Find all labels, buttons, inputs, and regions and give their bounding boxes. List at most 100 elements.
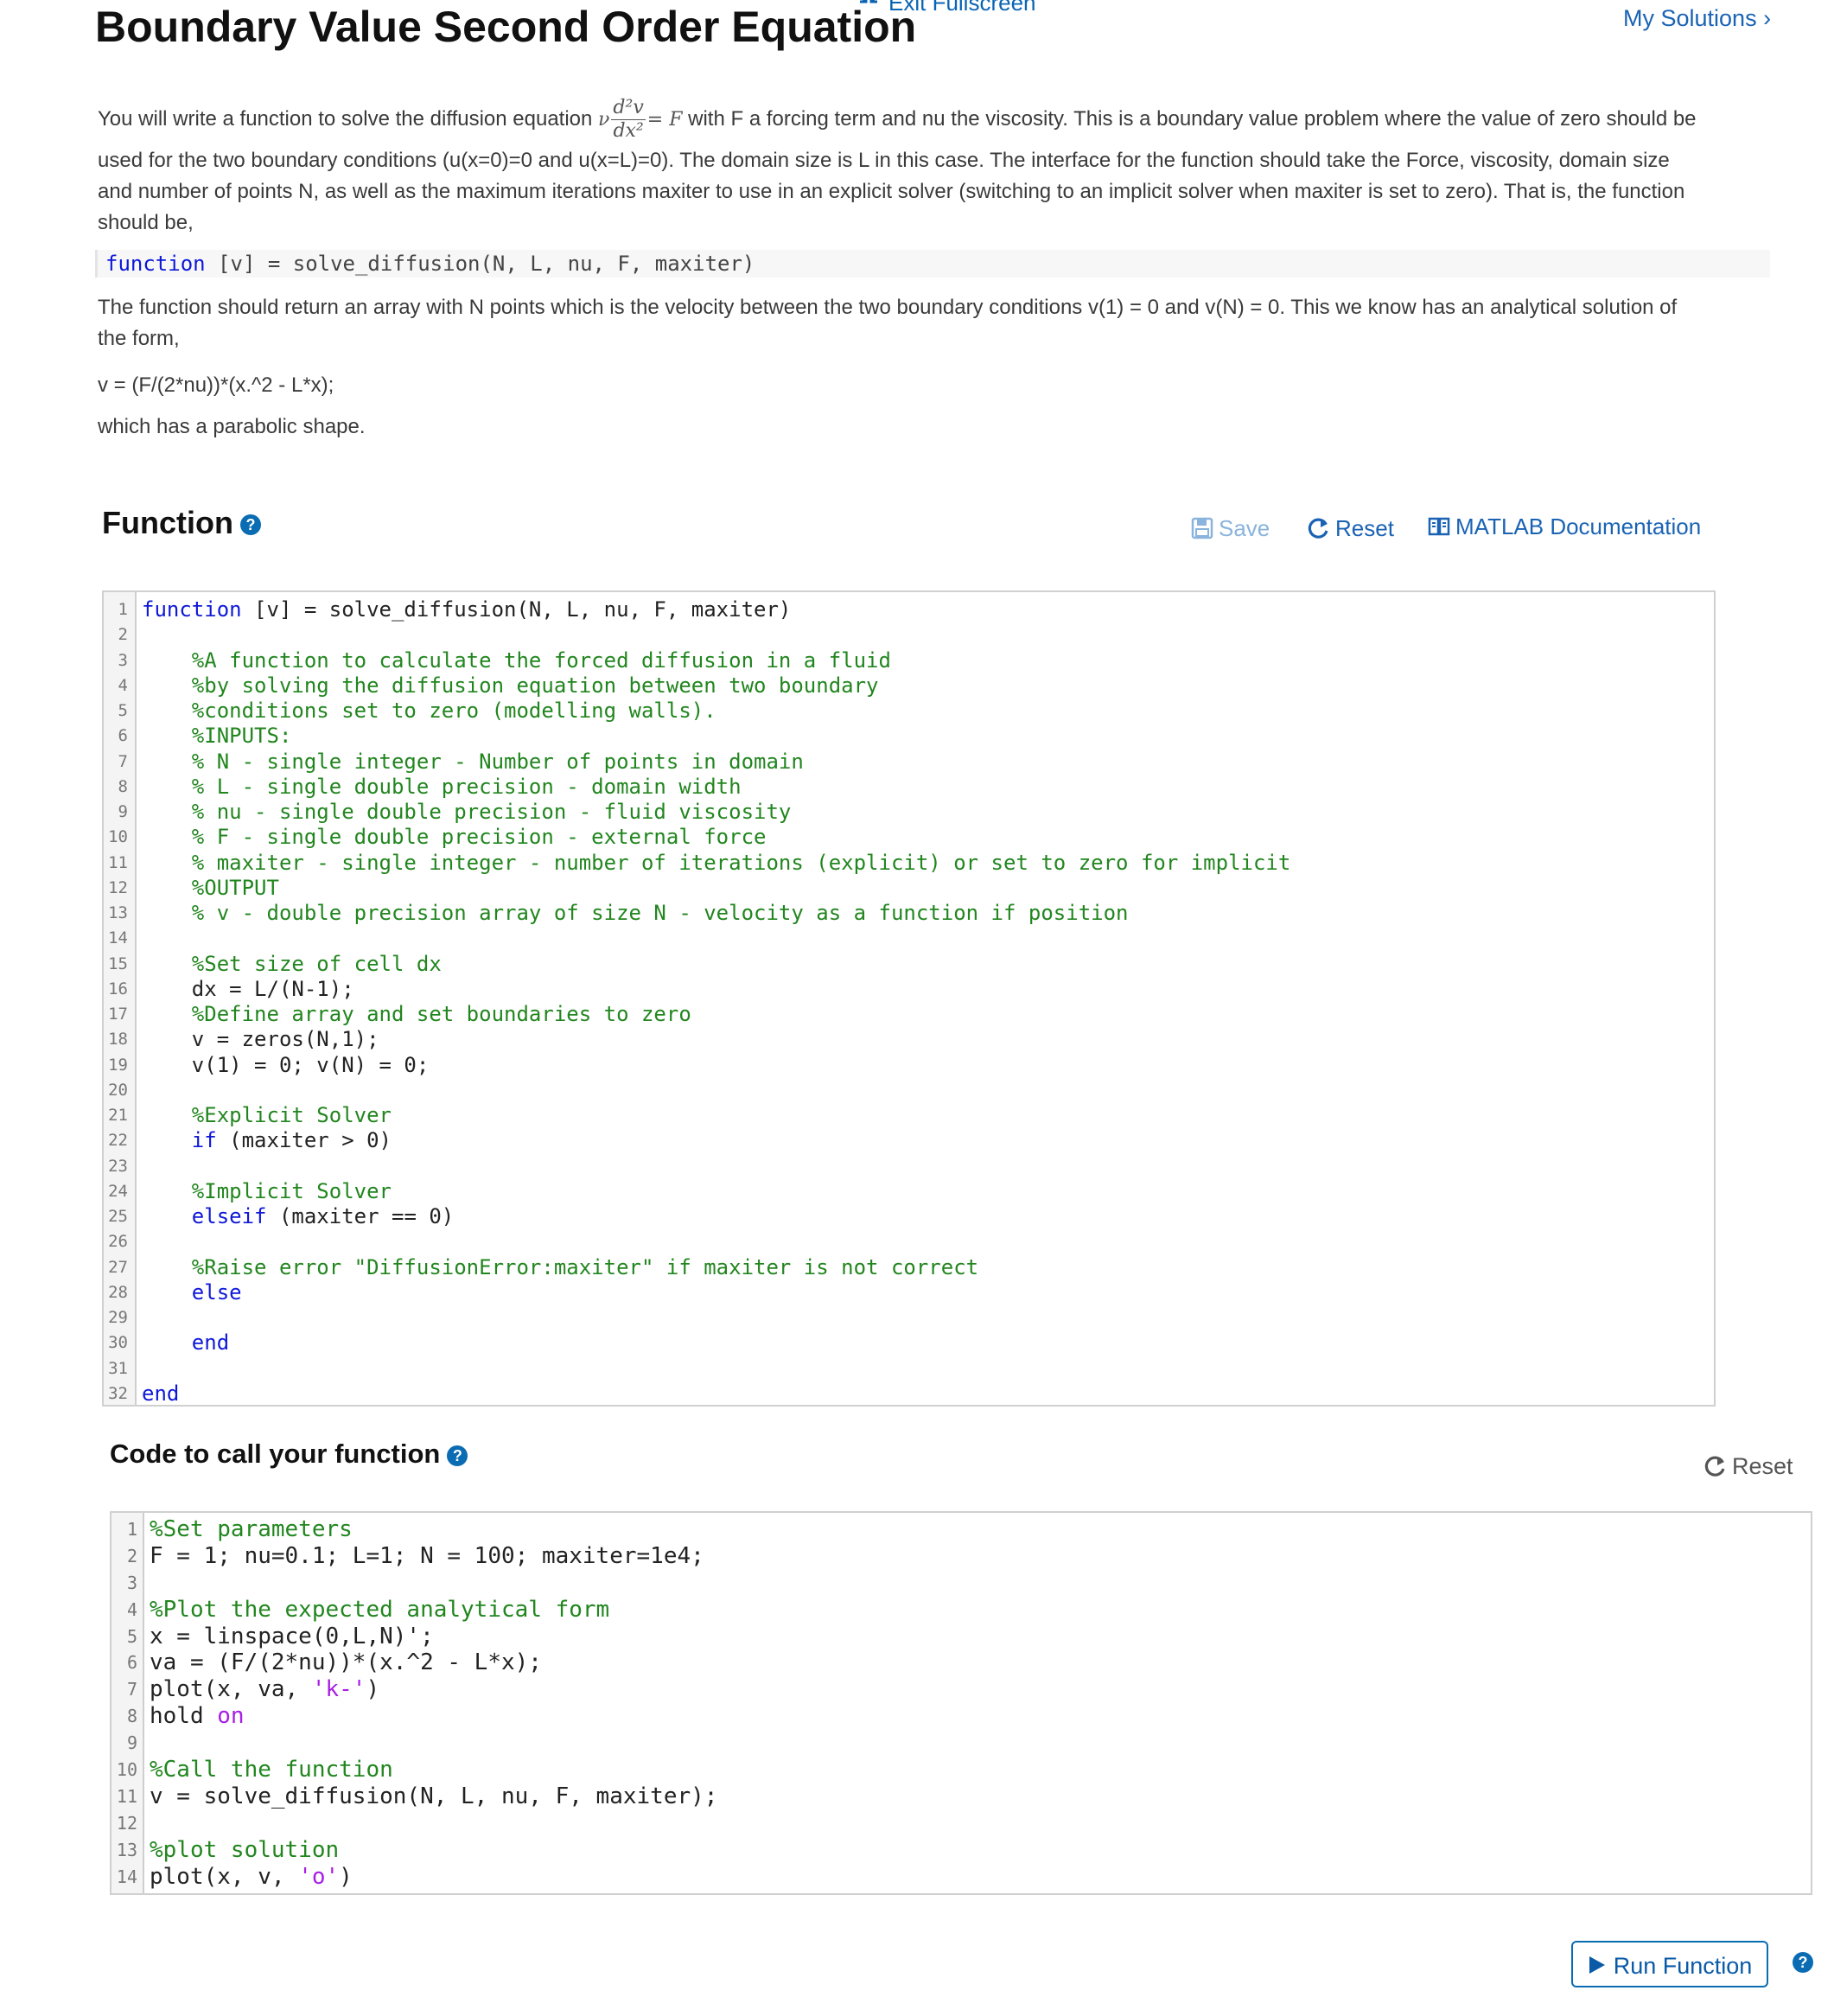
code-line[interactable]: 22 if (maxiter > 0) [104,1128,1714,1153]
code-line[interactable]: 12 [111,1810,1811,1837]
code-comment: % maxiter - single integer - number of i… [142,850,1291,875]
help-icon[interactable]: ? [239,514,261,536]
my-solutions-link[interactable]: My Solutions › [1623,5,1771,32]
code-line[interactable]: 9 % nu - single double precision - fluid… [104,800,1714,825]
line-number: 2 [126,1545,137,1566]
code-text: x = linspace(0,L,N)'; [150,1623,434,1649]
code-comment: %Set parameters [150,1516,353,1542]
code-line[interactable]: 3 [111,1570,1811,1597]
code-text: va = (F/(2*nu))*(x.^2 - L*x); [150,1649,542,1676]
code-line[interactable]: 7 % N - single integer - Number of point… [104,750,1714,775]
code-text: %Set size of cell dx [142,952,442,977]
code-line[interactable]: 8 % L - single double precision - domain… [104,775,1714,800]
code-line[interactable]: 8 hold on [111,1703,1811,1730]
code-line[interactable]: 12 %OUTPUT [104,876,1714,901]
code-text: % N - single integer - Number of points … [142,750,804,775]
code-line[interactable]: 13 % v - double precision array of size … [104,901,1714,926]
code-line[interactable]: 30 end [104,1330,1714,1356]
code-text: %OUTPUT [142,876,279,901]
line-number: 1 [126,1519,137,1540]
signature-code: function [v] = solve_diffusion(N, L, nu,… [105,250,755,278]
signature-rest: [v] = solve_diffusion(N, L, nu, F, maxit… [205,252,755,276]
code-line[interactable]: 23 [104,1154,1714,1179]
save-icon [1191,517,1213,539]
matlab-documentation-link[interactable]: MATLAB Documentation [1428,514,1701,540]
function-code-editor[interactable]: 1 function [v] = solve_diffusion(N, L, nu… [102,590,1716,1407]
code-line[interactable]: 1 function [v] = solve_diffusion(N, L, nu… [104,597,1714,622]
line-number: 6 [118,726,128,746]
code-line[interactable]: 1 %Set parameters [111,1516,1811,1543]
code-comment: % v - double precision array of size N -… [142,901,1129,925]
code-comment: % F - single double precision - external… [142,825,767,850]
call-code-lines[interactable]: 1 %Set parameters 2 F = 1; nu=0.1; L=1; N =… [111,1516,1811,1890]
code-line[interactable]: 11 v = solve_diffusion(N, L, nu, F, maxit… [111,1783,1811,1810]
code-line[interactable]: 2 F = 1; nu=0.1; L=1; N = 100; maxiter=1e… [111,1543,1811,1570]
function-heading: Function? [102,505,261,541]
code-line[interactable]: 17 %Define array and set boundaries to z… [104,1002,1714,1027]
code-line[interactable]: 19 v(1) = 0; v(N) = 0; [104,1053,1714,1078]
code-keyword: if [191,1128,217,1153]
code-text: %Raise error "DiffusionError:maxiter" if… [142,1255,978,1280]
code-comment: % N - single integer - Number of points … [142,749,804,774]
call-code-editor[interactable]: 1 %Set parameters 2 F = 1; nu=0.1; L=1; N =… [110,1511,1812,1895]
code-line[interactable]: 15 %Set size of cell dx [104,952,1714,977]
code-line[interactable]: 6 va = (F/(2*nu))*(x.^2 - L*x); [111,1649,1811,1676]
line-number: 1 [118,600,128,619]
code-text: else [142,1280,242,1305]
code-line[interactable]: 9 [111,1730,1811,1757]
code-line[interactable]: 32 end [104,1381,1714,1405]
save-label: Save [1219,515,1270,541]
line-number: 9 [126,1732,137,1754]
call-heading-label: Code to call your function [110,1439,441,1469]
line-number: 3 [118,650,128,670]
line-number: 7 [126,1679,137,1700]
code-line[interactable]: 25 elseif (maxiter == 0) [104,1204,1714,1229]
code-line[interactable]: 18 v = zeros(N,1); [104,1027,1714,1052]
line-number: 17 [108,1005,128,1024]
code-line[interactable]: 21 %Explicit Solver [104,1103,1714,1128]
code-comment: % nu - single double precision - fluid v… [142,800,792,824]
code-line[interactable]: 5 %conditions set to zero (modelling wal… [104,699,1714,724]
code-line[interactable]: 10 % F - single double precision - exter… [104,825,1714,850]
reset-button[interactable]: Reset [1308,515,1394,542]
help-icon[interactable]: ? [447,1445,468,1466]
code-line[interactable]: 3 %A function to calculate the forced di… [104,648,1714,673]
reset-label: Reset [1335,515,1394,541]
code-line[interactable]: 13 %plot solution [111,1837,1811,1864]
code-comment: %Implicit Solver [142,1178,392,1203]
code-text: %by solving the diffusion equation betwe… [142,673,879,699]
code-line[interactable]: 16 dx = L/(N-1); [104,977,1714,1002]
code-line[interactable]: 7 plot(x, va, 'k-') [111,1676,1811,1703]
code-line[interactable]: 11 % maxiter - single integer - number o… [104,851,1714,876]
code-line[interactable]: 27 %Raise error "DiffusionError:maxiter"… [104,1255,1714,1280]
code-text: %Call the function [150,1757,393,1783]
run-function-button[interactable]: Run Function [1571,1941,1768,1987]
code-comment: %Set size of cell dx [142,951,442,976]
code-line[interactable]: 28 else [104,1280,1714,1305]
code-line[interactable]: 14 plot(x, v, 'o') [111,1864,1811,1891]
function-code-lines[interactable]: 1 function [v] = solve_diffusion(N, L, nu… [104,597,1714,1405]
reset-label: Reset [1732,1453,1793,1479]
code-line[interactable]: 6 %INPUTS: [104,724,1714,749]
code-line[interactable]: 24 %Implicit Solver [104,1179,1714,1204]
code-line[interactable]: 29 [104,1305,1714,1330]
code-line[interactable]: 4 %by solving the diffusion equation bet… [104,673,1714,699]
code-line[interactable]: 31 [104,1356,1714,1381]
code-keyword: end [191,1330,230,1356]
help-icon[interactable]: ? [1793,1952,1813,1973]
code-text: %conditions set to zero (modelling walls… [142,699,716,724]
code-line[interactable]: 14 [104,926,1714,951]
reset-icon [1704,1456,1725,1477]
code-line[interactable]: 20 [104,1078,1714,1103]
line-number: 31 [108,1358,128,1378]
code-line[interactable]: 4 %Plot the expected analytical form [111,1597,1811,1624]
code-line[interactable]: 10 %Call the function [111,1757,1811,1783]
code-comment: %Raise error "DiffusionError:maxiter" if… [142,1254,979,1279]
reset-call-code-button[interactable]: Reset [1704,1453,1793,1480]
line-number: 14 [108,928,128,948]
save-button[interactable]: Save [1191,515,1270,542]
code-line[interactable]: 26 [104,1229,1714,1254]
code-keyword: else [191,1279,242,1305]
code-line[interactable]: 2 [104,622,1714,648]
code-line[interactable]: 5 x = linspace(0,L,N)'; [111,1624,1811,1650]
